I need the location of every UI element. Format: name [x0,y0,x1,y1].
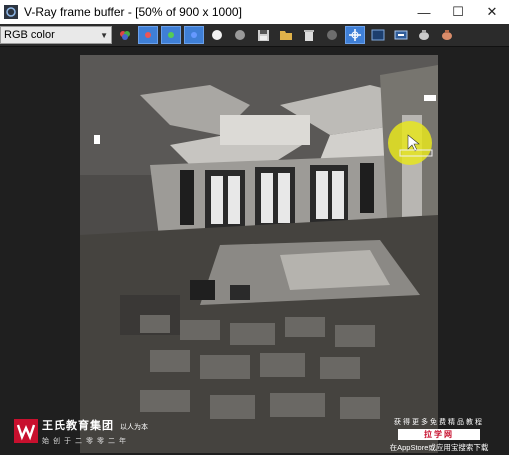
watermark-logo-left: 王氏教育集团 以人为本 始创于二零零二年 [14,416,148,446]
stop-render-icon[interactable] [437,26,457,44]
blue-channel-icon[interactable] [184,26,204,44]
teapot-icon[interactable] [414,26,434,44]
wangshi-logo-icon [14,419,38,443]
title-bar[interactable]: V-Ray frame buffer - [50% of 900 x 1000]… [0,0,509,24]
minimize-button[interactable]: — [407,0,441,24]
channel-select-value: RGB color [4,29,55,41]
green-channel-icon[interactable] [161,26,181,44]
maximize-button[interactable]: ☐ [441,0,475,24]
watermark-subtitle: 始创于二零零二年 [42,437,130,445]
chevron-down-icon: ▼ [100,30,108,40]
link-icon[interactable] [391,26,411,44]
render-viewport[interactable] [0,47,509,455]
clear-icon[interactable] [299,26,319,44]
red-channel-icon[interactable] [138,26,158,44]
watermark-promo-line: 获得更多免费精品教程 [394,419,484,426]
track-mouse-icon[interactable] [345,26,365,44]
watermark-motto: 以人为本 [120,423,148,431]
window-title: V-Ray frame buffer - [50% of 900 x 1000] [24,5,242,19]
white-sphere-icon[interactable] [207,26,227,44]
watermark-right: 获得更多免费精品教程 拉学网 在AppStore或应用宝搜索下载 [380,417,498,453]
folder-icon[interactable] [276,26,296,44]
watermark-download-line: 在AppStore或应用宝搜索下载 [389,443,489,452]
color-balls-icon[interactable] [115,26,135,44]
watermark-brand-name: 王氏教育集团 [42,419,114,432]
dark-sphere-icon[interactable] [322,26,342,44]
toolbar: RGB color ▼ [0,24,509,47]
render-image[interactable] [80,55,438,453]
channel-select[interactable]: RGB color ▼ [0,26,112,44]
close-button[interactable]: ✕ [475,0,509,24]
region-render-icon[interactable] [368,26,388,44]
watermark-site-name: 拉学网 [398,429,480,440]
save-icon[interactable] [253,26,273,44]
gray-sphere-icon[interactable] [230,26,250,44]
vfb-window: V-Ray frame buffer - [50% of 900 x 1000]… [0,0,509,455]
vray-icon [4,5,18,19]
